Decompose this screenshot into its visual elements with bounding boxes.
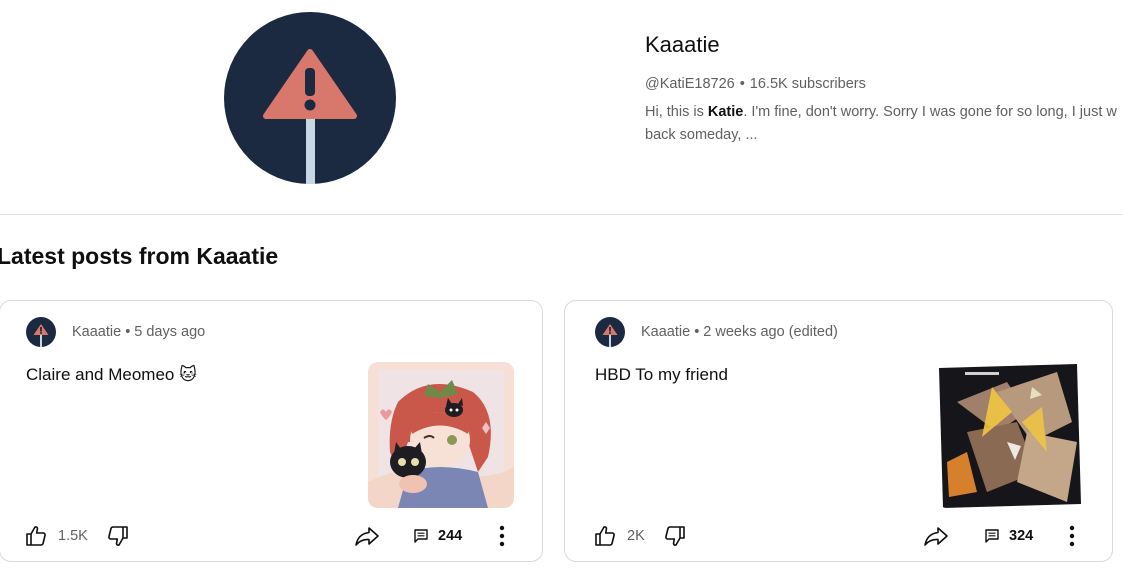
- post-card[interactable]: Kaaatie•5 days ago Claire and Meomeo 🐱: [0, 300, 543, 562]
- subscriber-count: 16.5K subscribers: [749, 76, 866, 92]
- more-actions-button[interactable]: [494, 519, 510, 553]
- share-button[interactable]: [354, 519, 380, 553]
- warning-sign-icon: [224, 12, 396, 184]
- share-icon: [924, 527, 948, 546]
- comment-count: 244: [438, 528, 463, 544]
- dislike-button[interactable]: [663, 519, 687, 553]
- comments-button[interactable]: 324: [985, 519, 1033, 553]
- comment-count: 324: [1009, 528, 1034, 544]
- meta-separator: •: [739, 76, 745, 92]
- thumbs-up-icon: [595, 526, 615, 546]
- share-icon: [355, 527, 379, 546]
- meta-separator: •: [694, 324, 700, 340]
- thumbs-up-icon: [26, 526, 46, 546]
- post-author[interactable]: Kaaatie: [72, 324, 121, 340]
- channel-description[interactable]: Hi, this is Katie. I'm fine, don't worry…: [645, 101, 1123, 147]
- comment-icon: [414, 529, 428, 543]
- post-actions: 1.5K 244: [0, 519, 542, 553]
- warning-sign-icon: [26, 317, 56, 347]
- post-image[interactable]: [368, 362, 514, 508]
- post-author-avatar[interactable]: [595, 317, 625, 347]
- post-time[interactable]: 5 days ago: [134, 324, 205, 340]
- like-count: 1.5K: [58, 528, 88, 544]
- post-author-avatar[interactable]: [26, 317, 56, 347]
- channel-page: Kaaatie @KatiE18726 • 16.5K subscribers Hi…: [0, 0, 1123, 581]
- post-time[interactable]: 2 weeks ago (edited): [703, 324, 838, 340]
- section-title: Latest posts from Kaaatie: [0, 243, 279, 269]
- post-author[interactable]: Kaaatie: [641, 324, 690, 340]
- thumbs-down-icon: [108, 526, 128, 546]
- anime-girl-cat-illustration: [368, 362, 514, 508]
- post-header: Kaaatie • 2 weeks ago (edited): [641, 322, 838, 342]
- description-bold-name: Katie: [707, 104, 744, 120]
- share-button[interactable]: [923, 519, 949, 553]
- channel-handle: @KatiE18726: [645, 76, 735, 92]
- channel-info: Kaaatie @KatiE18726 • 16.5K subscribers Hi…: [645, 30, 1123, 147]
- more-vert-icon: [1069, 525, 1075, 547]
- comments-button[interactable]: 244: [414, 519, 462, 553]
- channel-avatar[interactable]: [224, 12, 396, 184]
- channel-meta: @KatiE18726 • 16.5K subscribers: [645, 74, 1123, 94]
- dislike-button[interactable]: [106, 519, 130, 553]
- header-divider: [0, 214, 1123, 215]
- warning-sign-icon: [595, 317, 625, 347]
- like-button[interactable]: 2K: [593, 519, 645, 553]
- post-card[interactable]: Kaaatie • 2 weeks ago (edited) HBD To my f…: [564, 300, 1113, 562]
- more-vert-icon: [499, 525, 505, 547]
- post-image[interactable]: [937, 362, 1083, 508]
- post-text: Claire and Meomeo 🐱: [26, 365, 197, 384]
- thumbs-down-icon: [665, 526, 685, 546]
- like-count: 2K: [627, 528, 645, 544]
- channel-name[interactable]: Kaaatie: [645, 30, 1123, 60]
- comment-icon: [985, 529, 999, 543]
- description-text: Hi, this is: [645, 104, 708, 120]
- more-actions-button[interactable]: [1064, 519, 1080, 553]
- like-button[interactable]: 1.5K: [24, 519, 88, 553]
- post-actions: 2K 324: [565, 519, 1112, 553]
- post-header: Kaaatie • 5 days ago: [72, 322, 205, 342]
- post-text: HBD To my friend: [595, 365, 728, 384]
- meta-separator: •: [125, 324, 131, 340]
- birthday-illustration: [937, 362, 1083, 508]
